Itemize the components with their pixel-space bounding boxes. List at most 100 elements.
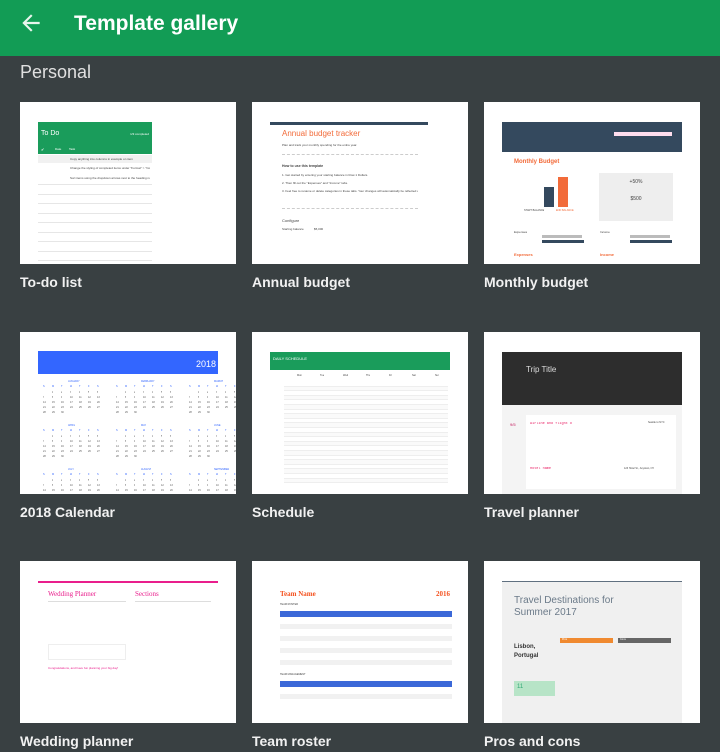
calendar-day-label: M [198,473,201,476]
calendar-date: 21 [43,406,46,409]
calendar-date: 10 [70,484,73,487]
calendar-date: 14 [116,445,119,448]
calendar-day-label: T [207,473,209,476]
template-card-travel[interactable]: Trip Title 9/5 Airline and flight # Seat… [484,332,700,494]
section-title: Personal [20,62,92,82]
template-card-calendar[interactable]: 2018 JANUARY S M T W T F S 1 2 3 4 5 6 7 8 9 10 11 12 13 14 15… [20,332,236,494]
calendar-date: 4 [79,435,81,438]
calendar-date: 11 [79,484,82,487]
calendar-date: 27 [170,450,173,453]
calendar-date: 11 [152,484,155,487]
calendar-date: 19 [161,489,164,492]
template-label-todo[interactable]: To-do list [20,274,82,290]
calendar-date: 15 [52,489,55,492]
pct-value: +50% [629,179,643,185]
calendar-date: 20 [97,445,100,448]
template-label-schedule[interactable]: Schedule [252,504,314,520]
calendar-date: 20 [97,401,100,404]
calendar-day-label: M [125,473,128,476]
calendar-date: 26 [234,450,236,453]
calendar-date: 5 [88,391,90,394]
calendar-date: 15 [198,401,201,404]
back-button[interactable] [18,10,44,36]
template-card-monthly-budget[interactable]: Monthly Budget START BALANCE END BALANCE… [484,102,700,264]
calendar-day-label: T [225,385,227,388]
calendar-date: 18 [152,401,155,404]
calendar-date: 26 [88,406,91,409]
calendar-day-label: M [52,429,55,432]
calendar-date: 5 [161,391,163,394]
calendar-date: 23 [207,406,210,409]
calendar-date: 5 [161,479,163,482]
calendar-date: 25 [79,406,82,409]
calendar-date: 16 [134,401,137,404]
calendar-day-label: F [234,385,236,388]
calendar-day-label: T [61,385,63,388]
annual-sub: Plan and track your monthly spending for… [282,143,358,147]
calendar-date: 20 [170,401,173,404]
team-roster-label: TEAM ROSTER [280,603,299,606]
calendar-date: 4 [225,435,227,438]
template-card-team-roster[interactable]: Team Name 2016 TEAM ROSTER TEAM MANAGEME… [252,561,468,723]
template-card-schedule[interactable]: DAILY SCHEDULE Mon Tue Wed Thu Fri Sat Sun [252,332,468,494]
calendar-date: 24 [216,450,219,453]
template-label-pros-cons[interactable]: Pros and cons [484,733,580,749]
calendar-date: 30 [134,411,137,414]
calendar-day-label: F [88,429,90,432]
annual-step-1: 1. Get started by entering your starting… [282,173,369,177]
calendar-date: 4 [225,479,227,482]
calendar-date: 16 [61,401,64,404]
schedule-header: DAILY SCHEDULE [270,352,450,370]
template-label-monthly-budget[interactable]: Monthly budget [484,274,588,290]
calendar-date: 12 [88,396,91,399]
calendar-date: 17 [216,401,219,404]
template-card-wedding[interactable]: Wedding Planner Sections Congratulations… [20,561,236,723]
calendar-date: 12 [88,440,91,443]
calendar-date: 5 [161,435,163,438]
wedding-closing: Congratulations, and have fun planning y… [48,666,119,670]
calendar-date: 12 [161,440,164,443]
template-label-travel[interactable]: Travel planner [484,504,579,520]
calendar-date: 8 [125,440,127,443]
monthly-heading: Monthly Budget [514,159,560,165]
template-label-calendar[interactable]: 2018 Calendar [20,504,115,520]
calendar-date: 8 [198,396,200,399]
calendar-date: 3 [70,435,72,438]
calendar-date: 8 [125,396,127,399]
calendar-date: 19 [161,401,164,404]
calendar-date: 23 [61,406,64,409]
calendar-date: 8 [125,484,127,487]
template-label-team-roster[interactable]: Team roster [252,733,331,749]
template-card-todo[interactable]: To Do 1/3 completed ✔ Date Task Copy any… [20,102,236,264]
calendar-date: 1 [52,479,54,482]
end-balance-bar [558,177,568,207]
calendar-date: 10 [216,484,219,487]
calendar-date: 18 [152,489,155,492]
pros-header: Pros [560,638,613,643]
annual-heading: Annual budget tracker [282,129,361,138]
summary-box: +50% $500 [599,173,673,221]
calendar-year: 2018 [195,359,216,369]
schedule-day-header: Wed [343,374,349,377]
calendar-date: 15 [52,445,55,448]
calendar-date: 10 [216,396,219,399]
calendar-day-label: T [79,473,81,476]
calendar-date: 27 [97,406,100,409]
calendar-date: 11 [225,440,228,443]
template-label-wedding[interactable]: Wedding planner [20,733,133,749]
calendar-date: 30 [207,411,210,414]
annual-howto: How to use this template [282,164,324,168]
expenses-heading: Expenses [514,252,533,257]
template-card-pros-cons[interactable]: Travel Destinations for Summer 2017 Lisb… [484,561,700,723]
calendar-day-label: T [79,429,81,432]
calendar-date: 7 [189,396,191,399]
calendar-month-label: MARCH [214,380,224,383]
template-label-annual-budget[interactable]: Annual budget [252,274,350,290]
calendar-date: 19 [234,401,236,404]
calendar-date: 13 [97,440,100,443]
template-card-annual-budget[interactable]: Annual budget tracker Plan and track you… [252,102,468,264]
calendar-date: 9 [61,484,63,487]
annual-start-value: $5,000 [314,227,324,231]
calendar-date: 24 [216,406,219,409]
schedule-row [284,478,448,484]
